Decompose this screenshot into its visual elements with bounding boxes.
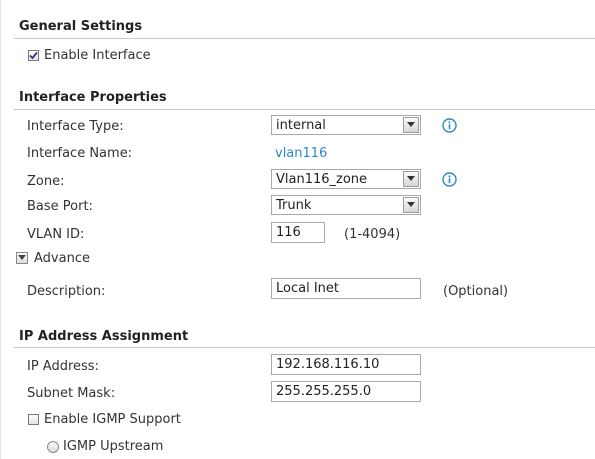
interface-type-value: internal: [276, 117, 326, 133]
igmp-upstream-radio[interactable]: [47, 441, 59, 453]
enable-interface-label: Enable Interface: [44, 48, 151, 63]
enable-interface-checkbox[interactable]: [28, 50, 39, 61]
interface-type-select[interactable]: internal: [271, 115, 421, 135]
enable-igmp-checkbox[interactable]: [28, 414, 39, 425]
info-icon[interactable]: [442, 172, 457, 187]
vlan-id-input[interactable]: 116: [271, 222, 325, 243]
subnet-mask-input[interactable]: 255.255.255.0: [271, 381, 421, 402]
section-title-ip-address-assignment: IP Address Assignment: [19, 329, 189, 344]
check-icon: [29, 51, 38, 60]
chevron-down-icon[interactable]: [403, 171, 419, 187]
section-divider: [14, 347, 595, 348]
description-label: Description:: [27, 284, 106, 299]
enable-igmp-label: Enable IGMP Support: [44, 412, 181, 427]
section-title-general: General Settings: [19, 19, 143, 34]
ip-address-label: IP Address:: [27, 359, 99, 374]
vlan-range-hint: (1-4094): [344, 227, 401, 242]
interface-type-label: Interface Type:: [27, 119, 124, 134]
base-port-value: Trunk: [276, 197, 312, 213]
left-border: [0, 0, 1, 459]
section-divider: [14, 109, 595, 110]
description-input[interactable]: Local Inet: [271, 278, 421, 299]
vlan-id-label: VLAN ID:: [27, 227, 85, 242]
interface-name-label: Interface Name:: [27, 146, 133, 161]
info-icon[interactable]: [442, 118, 457, 133]
base-port-label: Base Port:: [27, 199, 93, 214]
chevron-down-icon[interactable]: [403, 117, 419, 133]
base-port-select[interactable]: Trunk: [271, 195, 421, 215]
zone-label: Zone:: [27, 174, 65, 189]
zone-select[interactable]: Vlan116_zone: [271, 169, 421, 189]
interface-name-value: vlan116: [275, 146, 328, 161]
section-divider: [14, 38, 595, 39]
chevron-down-icon: [18, 255, 26, 260]
subnet-mask-label: Subnet Mask:: [27, 386, 116, 401]
zone-value: Vlan116_zone: [276, 171, 368, 187]
optional-hint: (Optional): [443, 284, 509, 299]
advance-label[interactable]: Advance: [34, 251, 90, 266]
advance-toggle[interactable]: [16, 252, 28, 264]
chevron-down-icon[interactable]: [403, 197, 419, 213]
ip-address-input[interactable]: 192.168.116.10: [271, 354, 421, 375]
section-title-interface-properties: Interface Properties: [19, 90, 167, 105]
igmp-upstream-label: IGMP Upstream: [63, 439, 164, 454]
